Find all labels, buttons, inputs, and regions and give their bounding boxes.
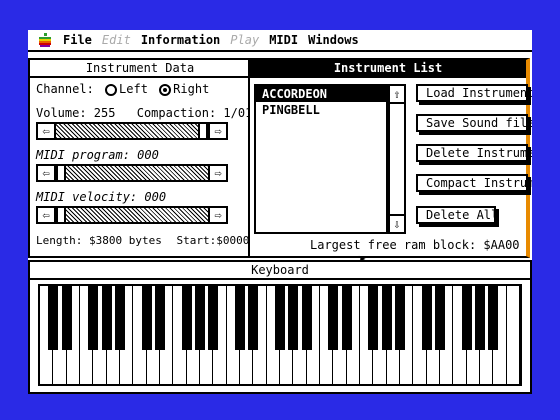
midi-velocity-track[interactable] bbox=[56, 208, 208, 222]
length-row: Length: $3800 bytes Start:$0000 bbox=[36, 234, 249, 247]
midi-program-left-arrow-icon[interactable]: ⇦ bbox=[38, 166, 56, 180]
black-key[interactable] bbox=[368, 286, 379, 350]
black-key[interactable] bbox=[328, 286, 339, 350]
menu-bar: File Edit Information Play MIDI Windows bbox=[28, 30, 532, 52]
instrument-list-title[interactable]: Instrument List bbox=[250, 60, 526, 78]
keyboard-title[interactable]: Keyboard bbox=[30, 262, 530, 280]
midi-program-slider[interactable]: ⇦ ⇨ bbox=[36, 164, 228, 182]
midi-program-track[interactable] bbox=[56, 166, 208, 180]
instrument-data-window: Instrument Data Channel: Left Right Volu… bbox=[28, 58, 252, 258]
save-sound-file-button[interactable]: Save Sound file bbox=[416, 114, 532, 132]
volume-left-arrow-icon[interactable]: ⇦ bbox=[38, 124, 56, 138]
black-key[interactable] bbox=[88, 286, 99, 350]
keyboard-window: Keyboard bbox=[28, 260, 532, 394]
desktop: Instrument Data Channel: Left Right Volu… bbox=[28, 52, 532, 394]
list-item[interactable]: PINGBELL bbox=[256, 102, 386, 118]
midi-program-label: MIDI program: bbox=[36, 148, 130, 162]
delete-instrument-button[interactable]: Delete Instrument bbox=[416, 144, 532, 162]
menu-file[interactable]: File bbox=[58, 33, 97, 47]
black-key[interactable] bbox=[61, 286, 72, 350]
menu-play[interactable]: Play bbox=[225, 33, 264, 47]
midi-velocity-slider[interactable]: ⇦ ⇨ bbox=[36, 206, 228, 224]
volume-track[interactable] bbox=[56, 124, 208, 138]
instrument-list-window: Instrument List ACCORDEON PINGBELL ⇧ ⇩ L… bbox=[248, 58, 532, 258]
black-key[interactable] bbox=[421, 286, 432, 350]
load-instrument-button[interactable]: Load Instrument bbox=[416, 84, 532, 102]
midi-velocity-value: 000 bbox=[144, 190, 167, 204]
volume-thumb[interactable] bbox=[198, 124, 208, 138]
black-key[interactable] bbox=[275, 286, 285, 350]
mouse-pointer-icon: ➤ bbox=[358, 252, 367, 268]
midi-program-row: MIDI program: 000 bbox=[36, 148, 159, 162]
piano-keyboard[interactable] bbox=[38, 284, 522, 386]
volume-row: Volume: 255 Compaction: 1/01 bbox=[36, 106, 252, 120]
apple-icon[interactable] bbox=[38, 33, 52, 47]
black-key[interactable] bbox=[248, 286, 259, 350]
black-key[interactable] bbox=[435, 286, 445, 350]
black-key[interactable] bbox=[208, 286, 219, 350]
channel-label: Channel: bbox=[36, 82, 94, 96]
instrument-listbox[interactable]: ACCORDEON PINGBELL bbox=[254, 84, 388, 234]
channel-row: Channel: Left Right bbox=[36, 82, 209, 96]
scroll-up-arrow-icon[interactable]: ⇧ bbox=[390, 86, 404, 104]
volume-slider[interactable]: ⇦ ⇨ bbox=[36, 122, 228, 140]
black-key[interactable] bbox=[461, 286, 472, 350]
midi-velocity-right-arrow-icon[interactable]: ⇨ bbox=[208, 208, 226, 222]
list-item[interactable]: ACCORDEON bbox=[256, 86, 386, 102]
channel-right-radio[interactable] bbox=[159, 84, 172, 96]
white-key[interactable] bbox=[506, 286, 520, 384]
list-scrollbar[interactable]: ⇧ ⇩ bbox=[388, 84, 406, 234]
black-key[interactable] bbox=[341, 286, 352, 350]
volume-text: Volume: 255 bbox=[36, 106, 116, 120]
black-key[interactable] bbox=[301, 286, 312, 350]
black-key[interactable] bbox=[395, 286, 405, 350]
midi-velocity-left-arrow-icon[interactable]: ⇦ bbox=[38, 208, 56, 222]
black-key[interactable] bbox=[195, 286, 205, 350]
screen: File Edit Information Play MIDI Windows … bbox=[28, 30, 532, 394]
black-key[interactable] bbox=[141, 286, 152, 350]
black-key[interactable] bbox=[235, 286, 245, 350]
compact-instrument-button[interactable]: Compact Instrum. bbox=[416, 174, 532, 192]
menu-information[interactable]: Information bbox=[136, 33, 225, 47]
scroll-down-arrow-icon[interactable]: ⇩ bbox=[390, 214, 404, 232]
black-key[interactable] bbox=[288, 286, 299, 350]
midi-program-right-arrow-icon[interactable]: ⇨ bbox=[208, 166, 226, 180]
midi-program-value: 000 bbox=[137, 148, 159, 162]
black-key[interactable] bbox=[488, 286, 499, 350]
midi-velocity-label: MIDI velocity: bbox=[36, 190, 138, 204]
volume-right-arrow-icon[interactable]: ⇨ bbox=[208, 124, 226, 138]
black-key[interactable] bbox=[115, 286, 125, 350]
black-key[interactable] bbox=[48, 286, 59, 350]
black-key[interactable] bbox=[381, 286, 392, 350]
black-key[interactable] bbox=[181, 286, 192, 350]
start-text: Start:$0000 bbox=[176, 234, 250, 247]
black-key[interactable] bbox=[475, 286, 485, 350]
instrument-data-title[interactable]: Instrument Data bbox=[30, 60, 250, 78]
free-ram-text: Largest free ram block: $AA00 bbox=[310, 238, 520, 252]
black-key[interactable] bbox=[101, 286, 112, 350]
channel-left-label[interactable]: Left bbox=[119, 82, 148, 96]
compaction-text: Compaction: 1/01 bbox=[136, 106, 253, 120]
channel-right-label[interactable]: Right bbox=[173, 82, 209, 96]
delete-all-button[interactable]: Delete All bbox=[416, 206, 498, 224]
black-key[interactable] bbox=[155, 286, 165, 350]
channel-left-radio[interactable] bbox=[105, 84, 118, 96]
midi-velocity-row: MIDI velocity: 000 bbox=[36, 190, 166, 204]
menu-edit[interactable]: Edit bbox=[97, 33, 136, 47]
midi-velocity-thumb[interactable] bbox=[56, 208, 66, 222]
midi-program-thumb[interactable] bbox=[56, 166, 66, 180]
length-text: Length: $3800 bytes bbox=[36, 234, 162, 247]
menu-midi[interactable]: MIDI bbox=[264, 33, 303, 47]
menu-windows[interactable]: Windows bbox=[303, 33, 364, 47]
